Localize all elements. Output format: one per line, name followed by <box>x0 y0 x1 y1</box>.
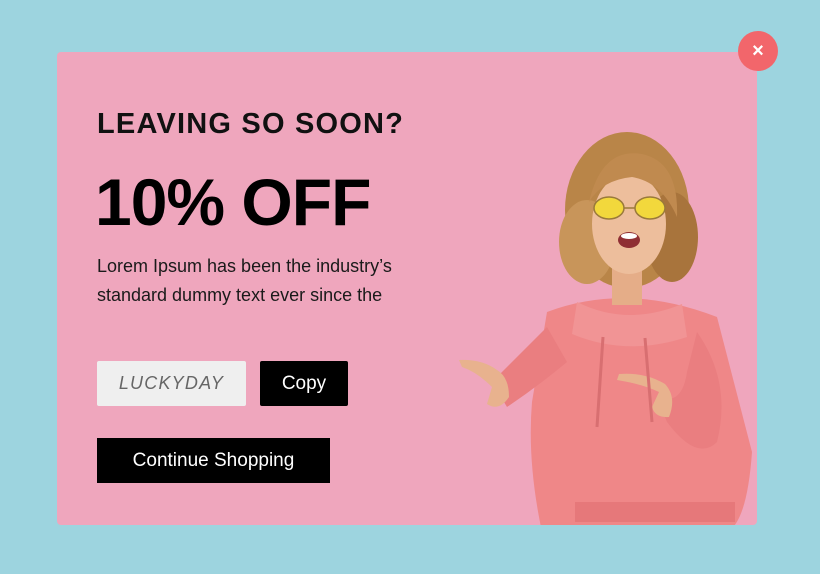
popup-eyebrow: LEAVING SO SOON? <box>97 108 405 140</box>
copy-code-button[interactable]: Copy <box>260 361 348 406</box>
discount-headline: 10% OFF <box>95 165 371 239</box>
popup-description: Lorem Ipsum has been the industry’s stan… <box>97 256 392 305</box>
exit-intent-popup: LEAVING SO SOON? 10% OFF Lorem Ipsum has… <box>57 52 757 525</box>
coupon-code-field[interactable]: LUCKYDAY <box>97 361 246 406</box>
continue-shopping-button[interactable]: Continue Shopping <box>97 438 330 483</box>
close-icon[interactable]: × <box>738 31 778 71</box>
model-photo <box>459 132 752 525</box>
